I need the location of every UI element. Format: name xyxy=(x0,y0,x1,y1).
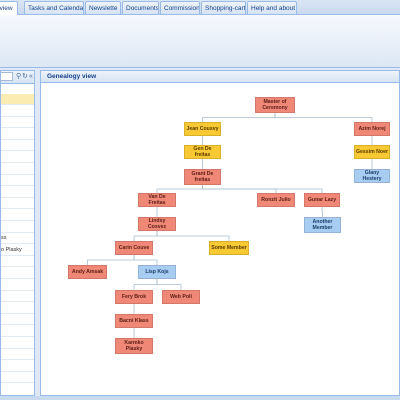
tab-7[interactable]: Help and about xyxy=(247,1,297,14)
sidebar-list-item[interactable] xyxy=(1,94,34,105)
tree-node-bacni[interactable]: Bacni Klass xyxy=(115,314,153,328)
tab-2[interactable]: Tasks and Calendar xyxy=(24,1,84,14)
panel-title: Genealogy view xyxy=(41,71,399,83)
sidebar-list-item[interactable] xyxy=(1,314,34,326)
tab-5[interactable]: Commission xyxy=(160,1,200,14)
sidebar-list-item[interactable]: ss xyxy=(1,233,34,245)
tree-connector xyxy=(156,185,203,193)
sidebar-list-item[interactable] xyxy=(1,129,34,140)
tree-connector xyxy=(133,231,158,241)
sidebar-list-item[interactable] xyxy=(1,280,34,291)
tree-node-gen[interactable]: Gen De freitas xyxy=(184,145,221,159)
sidebar-list-item[interactable] xyxy=(1,372,34,384)
tree-node-lisp[interactable]: Lisp Kojs xyxy=(138,265,176,279)
sidebar-list-item[interactable] xyxy=(1,198,34,210)
tree-connector xyxy=(202,113,276,122)
tab-3[interactable]: Newslette xyxy=(85,1,121,14)
collapse-icon[interactable]: « xyxy=(29,71,33,83)
genealogy-tree xyxy=(87,113,373,338)
sidebar-list-item[interactable] xyxy=(1,361,34,372)
tree-node-lindsy[interactable]: Lindsy Cosvez xyxy=(138,217,176,231)
tab-6[interactable]: Shopping-cart xyxy=(201,1,246,14)
tree-node-ronzit[interactable]: Ronzit Julio xyxy=(257,193,295,207)
sidebar-list-item[interactable] xyxy=(1,303,34,314)
tree-connector xyxy=(87,255,135,265)
sidebar-toolbar: ⚲ ↻ « xyxy=(1,71,34,84)
sidebar-list-item[interactable] xyxy=(1,140,34,152)
sidebar-panel: ⚲ ↻ « ss o Plasky xyxy=(0,70,35,396)
tree-node-van[interactable]: Van De Freitas xyxy=(138,193,176,207)
tree-node-azim[interactable]: Azim Norej xyxy=(354,122,390,136)
refresh-icon[interactable]: ↻ xyxy=(22,71,28,83)
tab-4[interactable]: Documents xyxy=(122,1,159,14)
sidebar-list-item[interactable] xyxy=(1,164,34,175)
tree-node-carin[interactable]: Carin Couve xyxy=(115,241,153,255)
ribbon-toolbar xyxy=(0,15,400,68)
tree-node-master[interactable]: Master of Ceremony xyxy=(255,97,295,113)
search-icon[interactable]: ⚲ xyxy=(16,71,21,83)
sidebar-list-item[interactable] xyxy=(1,256,34,268)
tree-connector xyxy=(274,113,373,122)
sidebar-list-item[interactable] xyxy=(1,291,34,303)
tree-connector xyxy=(202,185,323,193)
sidebar-list-item[interactable] xyxy=(1,152,34,163)
tree-node-grant[interactable]: Grant De freitas xyxy=(184,169,221,185)
sidebar-list-item[interactable] xyxy=(1,222,34,233)
tree-node-karmko[interactable]: Karmko Plasky xyxy=(115,338,153,354)
tree-connector xyxy=(156,279,182,290)
tree-node-another[interactable]: Another Member xyxy=(304,217,341,233)
sidebar-list-item[interactable] xyxy=(1,349,34,361)
tab-bar: t view Tasks and CalendarNewsletteDocumen… xyxy=(0,0,400,15)
tree-node-gessim[interactable]: Gessim Noer xyxy=(354,145,390,159)
tree-node-jean[interactable]: Jean Cousvy xyxy=(184,122,221,136)
sidebar-list-item[interactable] xyxy=(1,187,34,198)
tree-node-glany[interactable]: Glany Hestery xyxy=(354,169,390,183)
sidebar-search-input[interactable] xyxy=(1,72,13,81)
sidebar-list-item[interactable] xyxy=(1,210,34,221)
tree-connector xyxy=(133,279,158,290)
tree-connector xyxy=(156,231,230,241)
sidebar-list-item[interactable] xyxy=(1,268,34,279)
tree-node-some[interactable]: Some Member xyxy=(209,241,249,255)
tree-connector xyxy=(321,207,323,217)
tree-node-fery[interactable]: Fery Brok xyxy=(115,290,153,304)
sidebar-list-item[interactable]: o Plasky xyxy=(1,245,34,256)
tree-node-gunar[interactable]: Gunar Lazy xyxy=(304,193,340,207)
sidebar-list-item[interactable] xyxy=(1,106,34,117)
genealogy-panel: Genealogy view Master of Ceremony Jean Co… xyxy=(40,70,400,396)
sidebar-list-item[interactable] xyxy=(1,175,34,187)
tree-node-web[interactable]: Web Poli xyxy=(162,290,200,304)
tree-node-andy[interactable]: Andy Amsak xyxy=(68,265,107,279)
status-bar xyxy=(0,396,400,400)
tab-1[interactable]: t view xyxy=(0,1,18,15)
tree-connector xyxy=(133,255,158,265)
sidebar-list-item[interactable] xyxy=(1,326,34,337)
sidebar-list-item[interactable] xyxy=(1,117,34,129)
sidebar-list-item[interactable] xyxy=(1,338,34,349)
